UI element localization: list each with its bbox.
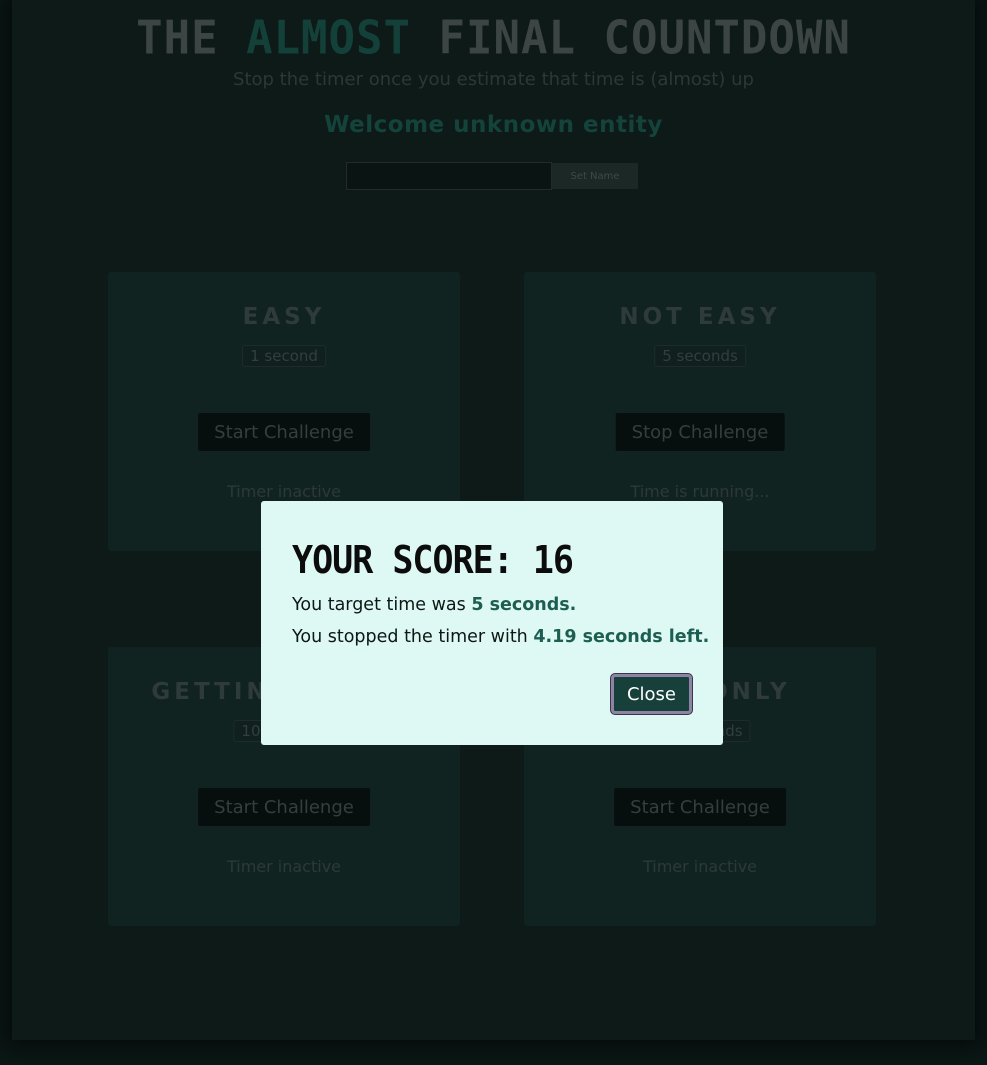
page-subtitle: Stop the timer once you estimate that ti… xyxy=(233,69,754,90)
stopped-time-line: You stopped the timer with 4.19 seconds … xyxy=(292,627,709,647)
challenge-title: NOT EASY xyxy=(619,304,781,330)
target-time-line: You target time was 5 seconds. xyxy=(292,595,576,615)
challenge-duration: 1 second xyxy=(242,345,326,367)
title-highlight: ALMOST xyxy=(246,11,412,66)
title-suffix: FINAL COUNTDOWN xyxy=(438,11,851,66)
target-time-label: You target time was xyxy=(292,595,472,615)
start-challenge-button[interactable]: Start Challenge xyxy=(614,788,786,826)
timer-status: Timer inactive xyxy=(642,857,758,876)
challenge-duration: 5 seconds xyxy=(654,345,746,367)
stop-challenge-button[interactable]: Stop Challenge xyxy=(615,413,785,451)
score-title: YOUR SCORE: 16 xyxy=(292,539,574,583)
challenge-title: EASY xyxy=(242,304,326,330)
target-time-value: 5 seconds. xyxy=(471,595,577,615)
page-background: THE ALMOST FINAL COUNTDOWN Stop the time… xyxy=(0,0,987,1065)
welcome-heading: Welcome unknown entity xyxy=(324,112,663,138)
timer-status: Timer inactive xyxy=(226,857,342,876)
page-title: THE ALMOST FINAL COUNTDOWN xyxy=(0,11,987,68)
close-button[interactable]: Close xyxy=(611,674,692,714)
stopped-time-label: You stopped the timer with xyxy=(292,627,534,647)
set-name-button[interactable]: Set Name xyxy=(552,163,638,189)
result-modal: YOUR SCORE: 16 You target time was 5 sec… xyxy=(261,501,723,745)
start-challenge-button[interactable]: Start Challenge xyxy=(198,788,370,826)
name-input[interactable] xyxy=(346,162,552,190)
timer-status: Timer inactive xyxy=(226,482,342,501)
timer-status: Time is running... xyxy=(630,482,770,501)
stopped-time-value: 4.19 seconds left. xyxy=(533,627,710,647)
start-challenge-button[interactable]: Start Challenge xyxy=(198,413,370,451)
title-prefix: THE xyxy=(136,11,219,66)
name-form: Set Name xyxy=(346,162,638,190)
